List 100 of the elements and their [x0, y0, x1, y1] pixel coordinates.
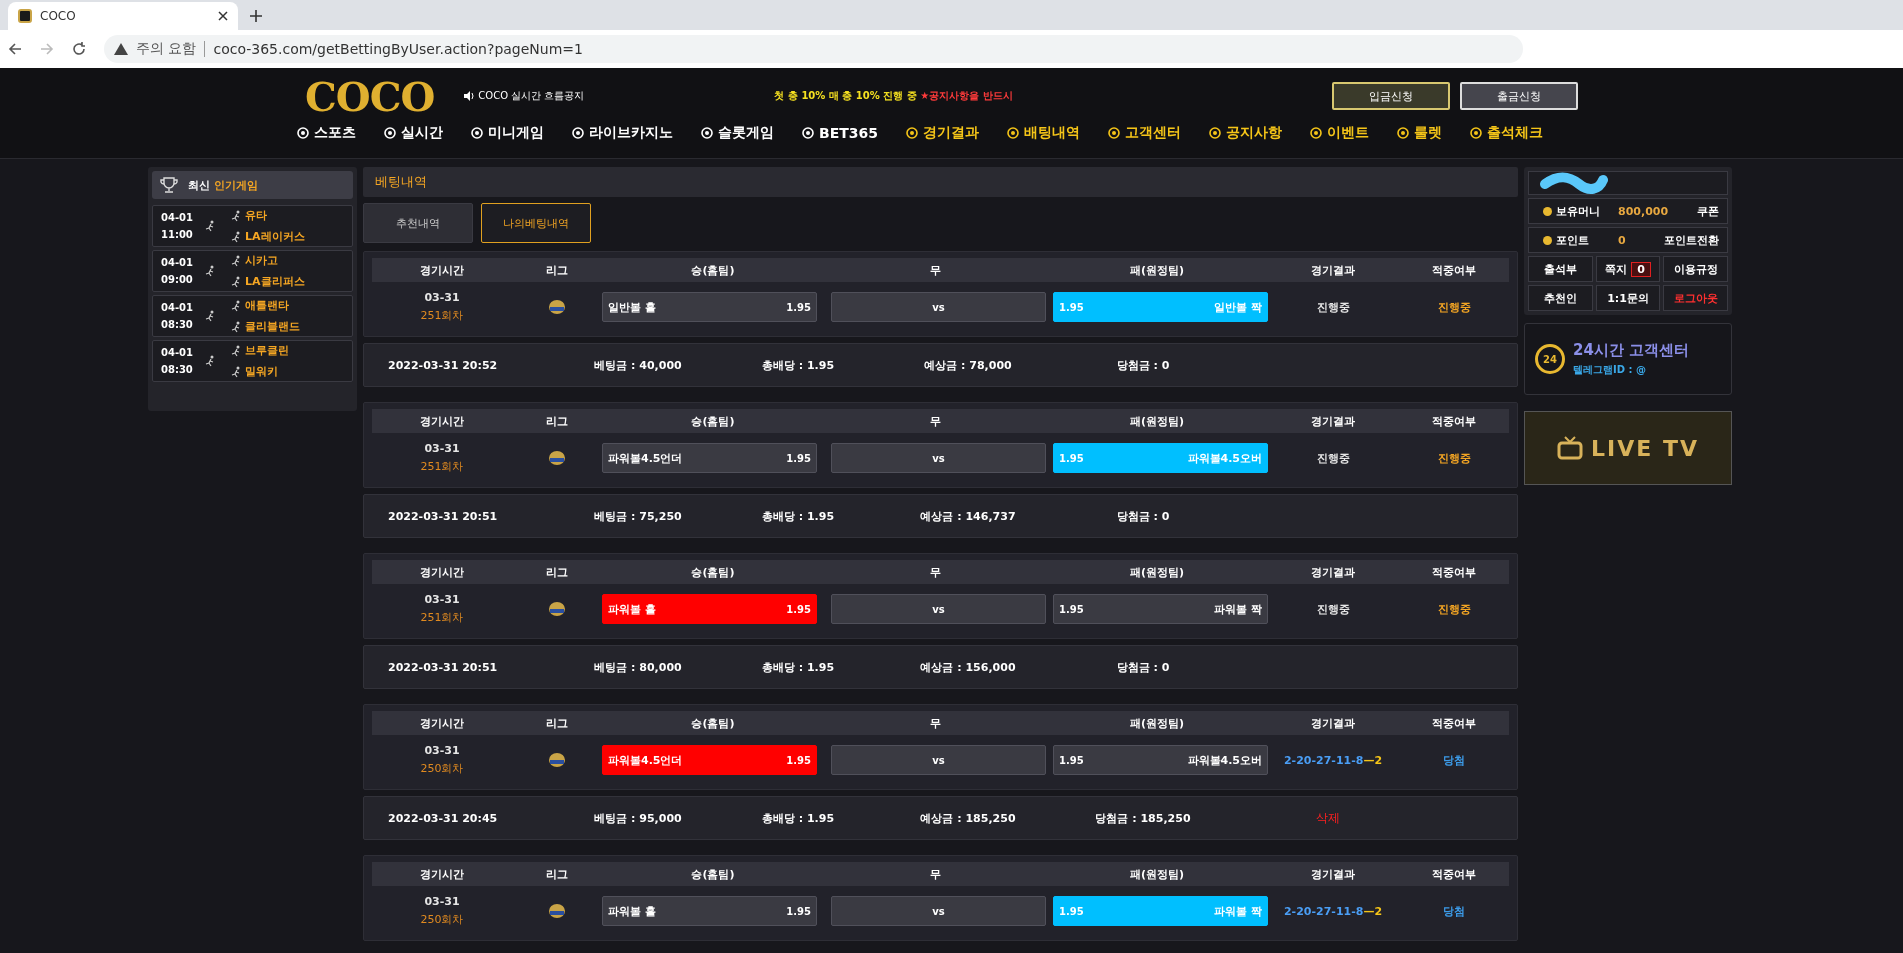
game-card[interactable]: 04-01 08:30 브루클린 밀워키: [152, 340, 353, 382]
coupon-link[interactable]: 쿠폰: [1697, 203, 1719, 219]
game-time: 09:00: [161, 274, 194, 285]
bet-option[interactable]: 파워볼 홀 1.95: [602, 594, 817, 624]
tab[interactable]: 추천내역: [363, 203, 473, 243]
points-convert-link[interactable]: 포인트전환: [1664, 232, 1719, 248]
nav-item[interactable]: 스포츠: [297, 124, 356, 142]
account-link-button[interactable]: 이용규정: [1663, 256, 1728, 282]
game-card[interactable]: 04-01 08:30 애틀랜타 클리블랜드: [152, 295, 353, 337]
address-field[interactable]: 주의 요함 coco-365.com/getBettingByUser.action?pageNum=1: [104, 35, 1523, 63]
league-logo-icon: [548, 299, 566, 315]
bet-option[interactable]: vs: [831, 443, 1046, 473]
nav-icon: [471, 127, 483, 139]
match-result: 진행중: [1315, 450, 1351, 466]
new-tab-icon[interactable]: [250, 10, 262, 22]
nav-item[interactable]: 라이브카지노: [572, 124, 673, 142]
bet-option[interactable]: 일반볼 홀 1.95: [602, 292, 817, 322]
expected-payout: 예상금 : 185,250: [920, 810, 1016, 826]
logout-button[interactable]: 로그아웃: [1663, 285, 1728, 311]
winnings: 당첨금 : 0: [1116, 659, 1170, 675]
support-badge-icon: 24: [1535, 344, 1565, 374]
nav-icon: [384, 127, 396, 139]
nav-item[interactable]: 룰렛: [1397, 124, 1442, 142]
game-card[interactable]: 04-01 11:00 유타 LA레이커스: [152, 205, 353, 247]
game-date: 04-01: [161, 302, 194, 313]
nav-icon: [297, 127, 309, 139]
bet-option[interactable]: 파워볼 홀 1.95: [602, 896, 817, 926]
expected-payout: 예상금 : 78,000: [924, 357, 1012, 373]
page-title: 베팅내역: [363, 167, 1518, 197]
round-number: 251회차: [420, 459, 464, 474]
support-banner[interactable]: 24 24시간 고객센터 텔레그램ID : @: [1524, 323, 1732, 395]
bet-option[interactable]: 파워볼4.5언더 1.95: [602, 443, 817, 473]
nav-item[interactable]: 경기결과: [906, 124, 979, 142]
column-header: 경기결과: [1310, 262, 1356, 278]
stake-amount: 베팅금 : 40,000: [594, 357, 682, 373]
column-header: 리그: [545, 866, 569, 882]
bet-option[interactable]: vs: [831, 896, 1046, 926]
round-number: 250회차: [420, 761, 464, 776]
nav-item[interactable]: BET365: [802, 124, 878, 142]
nav-item[interactable]: 공지사항: [1209, 124, 1282, 142]
bet-option[interactable]: 파워볼4.5언더 1.95: [602, 745, 817, 775]
delete-link[interactable]: 삭제: [1316, 809, 1340, 827]
nav-item[interactable]: 미니게임: [471, 124, 544, 142]
runner-icon: [231, 365, 241, 378]
column-header: 적중여부: [1431, 715, 1477, 731]
nav-item[interactable]: 슬롯게임: [701, 124, 774, 142]
runner-icon: [205, 265, 215, 277]
nav-item[interactable]: 고객센터: [1108, 124, 1181, 142]
column-header: 경기결과: [1310, 413, 1356, 429]
bet-option[interactable]: vs: [831, 594, 1046, 624]
total-odds: 총배당 : 1.95: [761, 508, 835, 524]
column-header: 경기결과: [1310, 866, 1356, 882]
bet-option[interactable]: 1.95 파워볼 짝: [1053, 594, 1268, 624]
column-header: 승(홈팀): [690, 413, 736, 429]
stake-amount: 베팅금 : 80,000: [594, 659, 682, 675]
nav-item[interactable]: 배팅내역: [1007, 124, 1080, 142]
tab[interactable]: 나의베팅내역: [481, 203, 591, 243]
messages-button[interactable]: 쪽지 0: [1595, 256, 1661, 282]
notice-label: COCO 실시간 흐름공지: [478, 89, 585, 103]
close-icon[interactable]: [218, 11, 228, 21]
bet-option[interactable]: 1.95 파워볼4.5오버: [1053, 745, 1268, 775]
round-number: 250회차: [420, 912, 464, 927]
trophy-icon: [160, 177, 178, 193]
game-time: 08:30: [161, 364, 194, 375]
bet-option[interactable]: vs: [831, 292, 1046, 322]
runner-icon: [231, 320, 241, 333]
runner-icon: [231, 275, 241, 288]
account-link-button[interactable]: 추천인: [1528, 285, 1593, 311]
bet-option[interactable]: vs: [831, 745, 1046, 775]
browser-tab[interactable]: COCO: [8, 2, 238, 30]
column-header: 적중여부: [1431, 262, 1477, 278]
match-date: 03-31: [424, 895, 460, 908]
column-header: 패(원정팀): [1128, 866, 1186, 882]
nav-item[interactable]: 이벤트: [1310, 124, 1369, 142]
account-link-button[interactable]: 1:1문의: [1595, 285, 1661, 311]
back-icon[interactable]: [8, 42, 22, 56]
runner-icon: [231, 254, 241, 267]
deposit-button[interactable]: 입금신청: [1332, 82, 1450, 110]
nav-item[interactable]: 출석체크: [1470, 124, 1543, 142]
nav-icon: [802, 127, 814, 139]
game-card[interactable]: 04-01 09:00 시카고 LA클리퍼스: [152, 250, 353, 292]
expected-payout: 예상금 : 156,000: [920, 659, 1016, 675]
telegram-id: 텔레그램ID : @: [1573, 363, 1647, 377]
bet-time: 2022-03-31 20:45: [388, 811, 499, 825]
live-tv-banner[interactable]: LIVE TV: [1524, 411, 1732, 485]
nav-icon: [906, 127, 918, 139]
withdraw-button[interactable]: 출금신청: [1460, 82, 1578, 110]
account-link-button[interactable]: 출석부: [1528, 256, 1593, 282]
reload-icon[interactable]: [72, 42, 86, 56]
team-name: 클리블랜드: [245, 319, 300, 334]
column-header: 무: [928, 715, 942, 731]
total-odds: 총배당 : 1.95: [761, 810, 835, 826]
total-odds: 총배당 : 1.95: [761, 357, 835, 373]
runner-icon: [231, 344, 241, 357]
nav-item[interactable]: 실시간: [384, 124, 443, 142]
league-logo-icon: [548, 601, 566, 617]
logo[interactable]: COCO: [305, 72, 435, 120]
message-count: 0: [1631, 261, 1651, 277]
game-date: 04-01: [161, 347, 194, 358]
column-header: 경기시간: [419, 715, 465, 731]
